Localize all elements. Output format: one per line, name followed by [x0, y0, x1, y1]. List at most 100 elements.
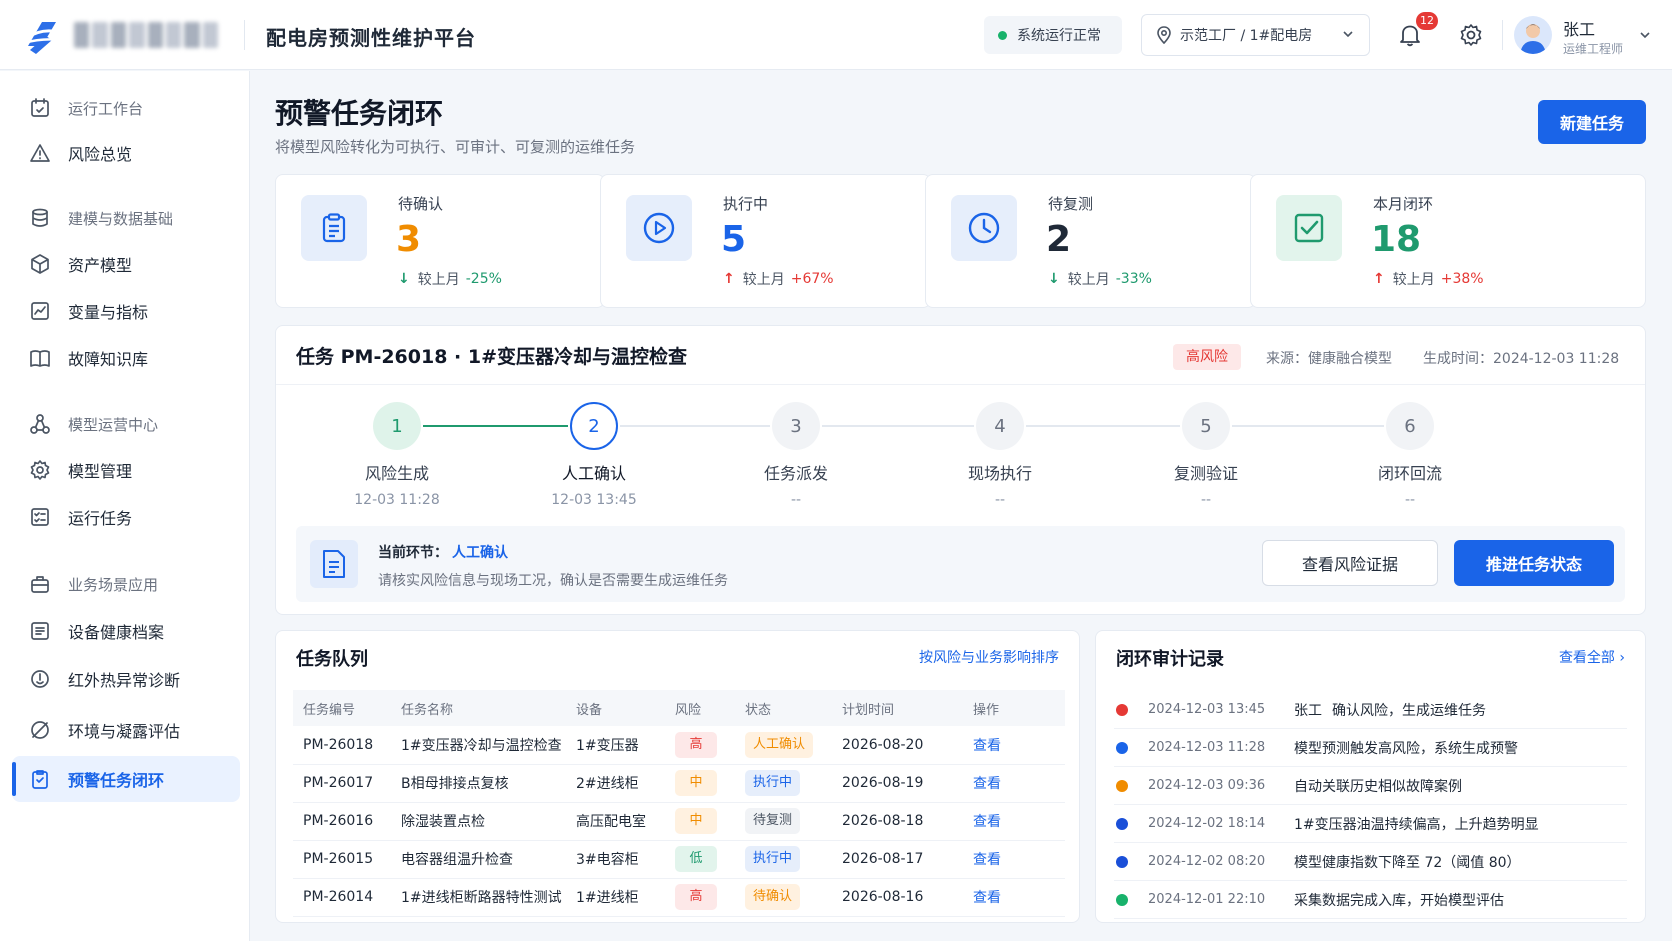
sidebar-item-label: 建模与数据基础 [68, 209, 174, 228]
task-date: 2026-08-19 [832, 764, 963, 803]
sidebar-item-5[interactable]: 变量与指标 [12, 288, 240, 334]
play-circle-icon [626, 195, 692, 261]
view-evidence-button[interactable]: 查看风险证据 [1262, 540, 1438, 586]
step-number: 4 [976, 402, 1024, 450]
step-name: 现场执行 [967, 464, 1032, 483]
audit-text: 模型预测触发高风险，系统生成预警 [1294, 740, 1518, 757]
stat-label: 待确认 [398, 195, 444, 213]
step-time: -- [1200, 492, 1212, 508]
audit-text: 采集数据完成入库，开始模型评估 [1294, 892, 1504, 909]
warning-triangle-icon [28, 141, 52, 165]
stat-value: 18 [1371, 219, 1422, 260]
sidebar-item-9[interactable]: 运行任务 [12, 494, 240, 540]
current-step-box: 当前环节： 人工确认 请核实风险信息与现场工况，确认是否需要生成运维任务 查看风险… [296, 526, 1625, 602]
column-header: 设备 [566, 690, 665, 726]
trend-value: -25% [465, 271, 502, 287]
user-avatar[interactable] [1514, 16, 1552, 54]
view-link[interactable]: 查看 [973, 890, 1001, 906]
task-device: 2#进线柜 [566, 764, 665, 803]
trend-value: +67% [790, 271, 834, 287]
task-device: 1#进线柜 [566, 878, 665, 917]
sidebar-item-label: 业务场景应用 [68, 575, 159, 594]
clock-icon [951, 195, 1017, 261]
workbench-icon [28, 96, 52, 120]
system-status-text: 系统运行正常 [1017, 28, 1101, 44]
sidebar-item-13[interactable]: 环境与凝露评估 [12, 707, 240, 753]
table-row[interactable]: PM-26016 除湿装置点检 高压配电室 中 待复测 2026-08-18 查… [293, 802, 1065, 841]
sidebar-item-label: 资产模型 [68, 256, 133, 275]
audit-text: 自动关联历史相似故障案例 [1294, 778, 1462, 795]
audit-time: 2024-12-03 11:28 [1148, 740, 1266, 755]
page-title: 预警任务闭环 [275, 97, 444, 130]
table-row[interactable]: PM-26014 1#进线柜断路器特性测试 1#进线柜 高 待确认 2026-0… [293, 878, 1065, 917]
location-selector[interactable]: 示范工厂 / 1#配电房 [1141, 14, 1370, 56]
logo-icon [23, 22, 61, 54]
stat-card-1[interactable]: 待确认 3 ↓ 较上月 -25% [275, 174, 605, 308]
audit-record: 2024-12-03 13:45 张工 确认风险，生成运维任务 [1114, 691, 1627, 729]
queue-sort-link[interactable]: 按风险与业务影响排序 [919, 647, 1059, 667]
step-2: 2 人工确认 12-03 13:45 [514, 402, 674, 508]
table-row[interactable]: PM-26017 B相母排接点复核 2#进线柜 中 执行中 2026-08-19… [293, 764, 1065, 803]
task-detail-panel: 任务 PM-26018 · 1#变压器冷却与温控检查 高风险 来源：健康融合模型… [275, 325, 1646, 615]
stat-card-2[interactable]: 执行中 5 ↑ 较上月 +67% [600, 174, 931, 308]
header-divider [1502, 20, 1503, 50]
step-time: 12-03 13:45 [551, 492, 637, 508]
sidebar-item-8[interactable]: 模型管理 [12, 447, 240, 493]
top-header: 配电房预测性维护平台 系统运行正常 示范工厂 / 1#配电房 12 张工 运维工… [0, 0, 1672, 70]
stat-label: 待复测 [1048, 195, 1094, 213]
user-role: 运维工程师 [1563, 42, 1624, 56]
step-name: 风险生成 [364, 464, 429, 483]
table-row[interactable]: PM-26015 电容器组温升检查 3#电容柜 低 执行中 2026-08-17… [293, 840, 1065, 879]
trend-value: -33% [1115, 271, 1152, 287]
view-all-link[interactable]: 查看全部 › [1559, 647, 1625, 667]
risk-tag: 中 [675, 770, 717, 796]
sidebar-item-4[interactable]: 资产模型 [12, 241, 240, 287]
sidebar-item-14[interactable]: 预警任务闭环 [12, 756, 240, 802]
step-name: 闭环回流 [1377, 464, 1442, 483]
audit-text: 1#变压器油温持续偏高，上升趋势明显 [1294, 816, 1539, 833]
view-link[interactable]: 查看 [973, 814, 1001, 830]
risk-cell: 低 [665, 840, 735, 879]
task-id: PM-26014 [293, 878, 391, 917]
view-link[interactable]: 查看 [973, 852, 1001, 868]
risk-tag: 中 [675, 808, 717, 834]
step-name: 复测验证 [1173, 464, 1238, 483]
stat-card-3[interactable]: 待复测 2 ↓ 较上月 -33% [925, 174, 1256, 308]
platform-title: 配电房预测性维护平台 [266, 26, 476, 50]
view-link[interactable]: 查看 [973, 776, 1001, 792]
action-cell: 查看 [963, 726, 1065, 765]
sidebar-item-2[interactable]: 风险总览 [12, 130, 240, 176]
step-number: 6 [1386, 402, 1434, 450]
sidebar-item-6[interactable]: 故障知识库 [12, 335, 240, 381]
table-row[interactable]: PM-26018 1#变压器冷却与温控检查 1#变压器 高 人工确认 2026-… [293, 726, 1065, 765]
sidebar-item-7[interactable]: 模型运营中心 [12, 401, 240, 447]
system-status: 系统运行正常 [984, 16, 1122, 54]
audit-dot-icon [1116, 741, 1128, 754]
sidebar-item-1[interactable]: 运行工作台 [12, 85, 240, 131]
audit-record: 2024-12-03 09:36 自动关联历史相似故障案例 [1114, 767, 1627, 805]
sidebar-item-3[interactable]: 建模与数据基础 [12, 195, 240, 241]
view-link[interactable]: 查看 [973, 738, 1001, 754]
sidebar-item-label: 模型运营中心 [68, 415, 159, 434]
column-header: 操作 [963, 690, 1065, 726]
new-task-button[interactable]: 新建任务 [1538, 100, 1646, 144]
risk-cell: 中 [665, 802, 735, 841]
sidebar-item-10[interactable]: 业务场景应用 [12, 561, 240, 607]
page-subtitle: 将模型风险转化为可执行、可审计、可复测的运维任务 [275, 138, 636, 156]
chevron-down-icon[interactable] [1638, 28, 1652, 42]
task-id: PM-26017 [293, 764, 391, 803]
file-list-icon [28, 619, 52, 643]
brand-name-blurred [74, 22, 218, 48]
audit-time: 2024-12-02 08:20 [1148, 854, 1266, 869]
stat-trend: ↑ 较上月 +67% [723, 269, 834, 289]
settings-gear-icon[interactable] [1458, 22, 1484, 48]
audit-record: 2024-12-03 11:28 模型预测触发高风险，系统生成预警 [1114, 729, 1627, 767]
trend-value: +38% [1440, 271, 1484, 287]
document-icon [310, 540, 358, 588]
sidebar-item-11[interactable]: 设备健康档案 [12, 608, 240, 654]
sidebar-item-12[interactable]: 红外热异常诊断 [12, 656, 240, 702]
advance-status-button[interactable]: 推进任务状态 [1454, 540, 1614, 586]
stat-value: 3 [396, 219, 422, 260]
stat-card-4[interactable]: 本月闭环 18 ↑ 较上月 +38% [1250, 174, 1646, 308]
status-cell: 执行中 [735, 840, 832, 879]
